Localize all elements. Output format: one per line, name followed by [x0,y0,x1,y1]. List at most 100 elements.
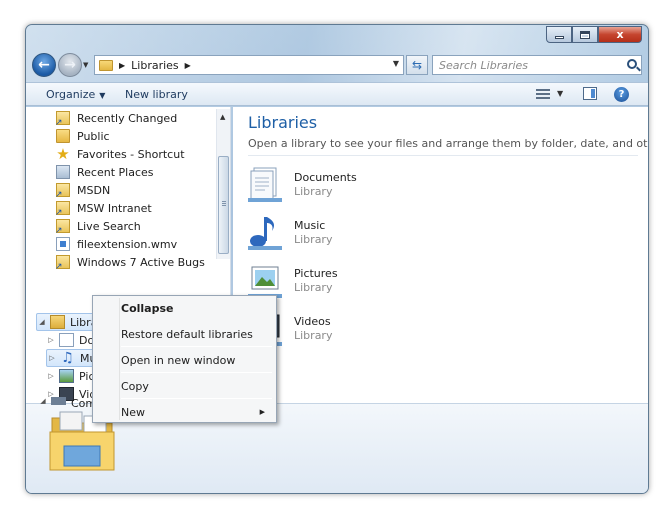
link-icon [55,219,70,236]
library-name: Documents [294,171,357,184]
link-icon [55,201,70,218]
nav-scrollbar[interactable]: ▲ [216,109,230,259]
context-menu: Collapse Restore default libraries Open … [92,295,277,423]
library-type: Library [294,185,333,198]
nav-item-recent-places[interactable]: Recent Places [56,163,154,181]
close-button[interactable]: x [598,26,642,43]
folder-icon [56,129,70,143]
library-name: Pictures [294,267,338,280]
link-icon [55,111,70,128]
link-icon [55,255,70,272]
page-description: Open a library to see your files and arr… [248,137,648,150]
nav-item-msdn[interactable]: MSDN [55,181,111,200]
menu-item-collapse[interactable]: Collapse [121,298,271,318]
library-name: Videos [294,315,331,328]
libraries-icon [50,315,65,329]
preview-pane-button[interactable] [583,87,597,100]
refresh-button[interactable]: ⇆ [406,55,428,75]
expand-triangle-icon[interactable]: ▷ [46,336,56,344]
change-view-icon[interactable] [536,87,550,100]
breadcrumb-separator-icon[interactable]: ▶ [119,61,125,70]
search-input[interactable]: Search Libraries [432,55,642,75]
nav-item-label: Public [77,129,110,143]
nav-item-label: MSDN [77,183,111,197]
back-arrow-icon: ← [38,57,50,73]
video-file-icon [56,237,70,251]
caption-buttons: x [546,26,642,43]
breadcrumb-libraries[interactable]: Libraries [131,59,179,72]
expand-triangle-icon[interactable]: ▷ [47,354,57,362]
menu-separator [121,372,272,373]
library-music[interactable]: Music Library [248,213,398,253]
address-bar[interactable]: ▶ Libraries ▶ ▼ [94,55,404,75]
page-title: Libraries [248,113,318,132]
menu-gutter [119,298,120,420]
nav-item-windows7-active-bugs[interactable]: Windows 7 Active Bugs [55,253,205,272]
close-icon: x [616,28,624,41]
library-type: Library [294,281,333,294]
library-documents[interactable]: Documents Library [248,165,398,205]
pictures-library-icon [248,266,282,298]
menu-separator [121,346,272,347]
minimize-button[interactable] [546,26,572,43]
search-icon[interactable] [627,59,637,69]
view-options-dropdown[interactable]: ▼ [557,89,563,98]
tree-item-pictures[interactable]: ▷ Pict [46,367,99,385]
forward-button[interactable]: → [58,53,82,77]
nav-item-label: Windows 7 Active Bugs [77,255,205,269]
organize-button[interactable]: Organize ▼ [46,88,105,101]
new-library-button[interactable]: New library [125,88,188,101]
forward-arrow-icon: → [64,57,76,73]
chevron-down-icon: ▼ [99,91,106,100]
scroll-up-arrow-icon[interactable]: ▲ [220,113,225,121]
menu-item-open-in-new-window[interactable]: Open in new window [121,350,271,370]
libraries-icon [99,59,113,71]
star-icon: ★ [56,145,70,163]
documents-icon [59,333,74,347]
divider [248,155,638,156]
menu-item-label: New [121,405,145,419]
nav-item-msw-intranet[interactable]: MSW Intranet [55,199,152,218]
nav-item-label: fileextension.wmv [77,237,178,251]
organize-label: Organize [46,88,96,101]
recent-pages-dropdown[interactable]: ▼ [83,61,88,69]
nav-item-fileextension-wmv[interactable]: fileextension.wmv [56,235,177,253]
breadcrumb-chevron-icon[interactable]: ▶ [185,61,191,70]
explorer-window: x ← → ▼ ▶ Libraries ▶ ▼ ⇆ Search Librari… [25,24,649,494]
music-icon: ♫ [61,350,74,366]
refresh-icon: ⇆ [411,58,423,72]
recent-places-icon [56,165,70,179]
nav-item-favorites-shortcut[interactable]: ★ Favorites - Shortcut [56,145,185,163]
command-bar: Organize ▼ New library ▼ ? [26,82,648,106]
minimize-icon [554,35,564,39]
menu-item-restore-default-libraries[interactable]: Restore default libraries [121,324,271,344]
collapse-triangle-icon[interactable]: ◢ [38,397,48,405]
library-type: Library [294,329,333,342]
nav-item-public[interactable]: Public [56,127,110,145]
help-icon[interactable]: ? [614,87,629,102]
nav-item-live-search[interactable]: Live Search [55,217,141,236]
expand-triangle-icon[interactable]: ▷ [46,372,56,380]
back-button[interactable]: ← [32,53,56,77]
nav-item-label: Favorites - Shortcut [77,147,185,161]
documents-library-icon [248,167,282,202]
nav-item-label: Recently Changed [77,111,178,125]
address-dropdown-icon[interactable]: ▼ [393,59,399,68]
computer-icon [51,397,66,405]
collapse-triangle-icon[interactable]: ◢ [37,318,47,326]
library-type: Library [294,233,333,246]
menu-item-new[interactable]: New ▶ [121,402,271,422]
nav-item-recently-changed[interactable]: Recently Changed [55,109,178,128]
grip-icon [222,201,226,202]
nav-item-label: Recent Places [77,165,154,179]
submenu-arrow-icon: ▶ [259,408,265,416]
maximize-button[interactable] [572,26,598,43]
scroll-thumb[interactable] [218,156,229,254]
content-pane: Libraries Open a library to see your fil… [233,107,648,403]
menu-separator [121,398,272,399]
music-library-icon [248,217,282,250]
link-icon [55,183,70,200]
maximize-icon [580,30,590,39]
menu-item-copy[interactable]: Copy [121,376,271,396]
library-name: Music [294,219,326,232]
